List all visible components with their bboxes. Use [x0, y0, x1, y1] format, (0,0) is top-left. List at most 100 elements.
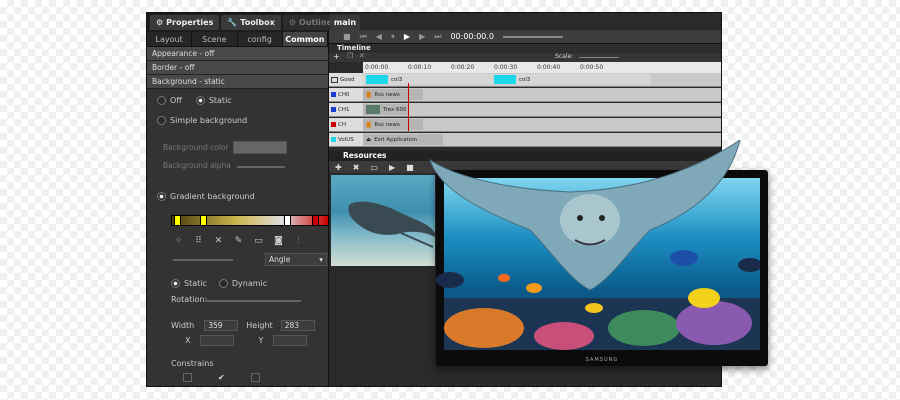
timeline-track[interactable]: CH1 Trex 600 [329, 103, 721, 117]
eyedropper-icon[interactable]: ✎ [233, 235, 244, 246]
playhead[interactable] [408, 83, 409, 131]
fast-forward-icon[interactable]: ⏭ [434, 32, 441, 42]
simple-radio[interactable] [157, 116, 166, 125]
timeline-clip[interactable]: col3 [363, 74, 491, 85]
tab-layout[interactable]: Layout [147, 32, 193, 46]
wrench-icon: 🔧 [227, 18, 238, 27]
alpha-slider[interactable] [237, 166, 285, 168]
timeline-track[interactable]: CH0 ◙ Rss news [329, 88, 721, 102]
track-label: CH0 [338, 91, 350, 98]
timeline-clip[interactable]: col3 [491, 74, 651, 85]
tab-label: Properties [166, 18, 214, 27]
check-icon[interactable]: ✔ [218, 373, 225, 382]
radial-gradient-icon[interactable]: ◙ [273, 235, 284, 246]
levels-icon[interactable]: ⫶ [293, 235, 304, 246]
film-icon[interactable]: ▭ [370, 163, 378, 172]
constrains-row: Constrains [171, 359, 214, 368]
timeline-track[interactable]: Good col3 col3 [329, 73, 721, 87]
tab-scene[interactable]: Scene [192, 32, 238, 46]
gradient-type-value: Angle [269, 255, 291, 264]
linear-gradient-icon[interactable]: ▭ [253, 235, 264, 246]
gradient-radio[interactable] [157, 192, 166, 201]
tv-brand: SAMSUNG [585, 357, 619, 363]
timeline-ruler: 0:00:00 0:00:10 0:00:20 0:00:30 0:00:40 … [363, 62, 721, 73]
gradient-label: Gradient background [170, 192, 255, 201]
play-icon[interactable]: ▶ [404, 32, 410, 41]
add-icon[interactable]: ✚ [335, 163, 342, 172]
exit-icon: ⏏ [366, 136, 372, 143]
timeline-toolbar: + ❐ ✕ Scale: [329, 52, 721, 62]
rotation-slider[interactable] [205, 300, 301, 302]
track-label: CH1 [338, 106, 350, 113]
copy-icon[interactable]: ❐ [347, 52, 353, 60]
tab-config[interactable]: config [238, 32, 283, 46]
close-icon[interactable]: ✖ [353, 163, 360, 172]
y-label: Y [258, 336, 264, 345]
section-background[interactable]: Background - static [147, 75, 328, 89]
static-radio[interactable] [195, 96, 205, 105]
sub-tabs: Layout Scene config Common [147, 32, 328, 47]
timeline-track[interactable]: CH ◙ Rss news [329, 118, 721, 132]
gradient-editor[interactable] [171, 215, 329, 226]
tab-toolbox[interactable]: 🔧 Toolbox [221, 15, 281, 30]
track-name: VolUS [329, 133, 363, 146]
gradient-background-option[interactable]: Gradient background [157, 192, 255, 201]
step-forward-icon[interactable]: ▶ [419, 32, 425, 41]
width-value: 359 [208, 321, 223, 330]
add-icon[interactable]: + [333, 52, 340, 61]
tab-main[interactable]: main [330, 15, 360, 30]
rewind-icon[interactable]: ⏮ [360, 32, 367, 42]
scale-slider[interactable] [579, 57, 619, 58]
timeline-clip[interactable]: ◙ Rss news [363, 89, 423, 100]
static-label: Static [208, 96, 232, 105]
background-color-swatch[interactable] [233, 141, 287, 154]
off-radio[interactable] [157, 96, 166, 105]
dynamic-radio[interactable] [218, 279, 228, 288]
gradient-stop[interactable] [200, 215, 207, 226]
timeline-clip[interactable]: ◙ Rss news [363, 119, 423, 130]
grid-icon[interactable]: ⠿ [193, 235, 204, 246]
width-field[interactable]: 359 [204, 320, 239, 331]
x-field[interactable] [200, 335, 235, 346]
close-icon[interactable]: ✕ [359, 52, 365, 60]
constrain-checkbox[interactable] [183, 373, 192, 382]
section-border[interactable]: Border - off [147, 61, 328, 75]
stop-icon[interactable]: ■ [406, 163, 414, 172]
tab-label: Toolbox [240, 18, 275, 27]
stop-icon[interactable]: ■ [343, 32, 351, 41]
step-back-icon[interactable]: ◀ [376, 32, 382, 41]
seek-slider[interactable] [503, 35, 563, 38]
background-alpha-row: Background alpha [163, 161, 231, 170]
gradient-stop[interactable] [174, 215, 181, 226]
tab-properties[interactable]: ⚙ Properties [150, 15, 220, 30]
gradient-stop[interactable] [284, 215, 291, 226]
tab-label: Outline [298, 18, 332, 27]
ruler-tick: 0:00:20 [451, 64, 475, 71]
track-name: Good [329, 73, 363, 86]
ruler-tick: 0:00:00 [365, 64, 389, 71]
panel-tabs: ⚙ Properties 🔧 Toolbox ⚙ Outline [147, 13, 338, 32]
clip-label: Rss news [374, 121, 400, 128]
off-label: Off [170, 96, 182, 105]
static-anim-radio[interactable] [171, 279, 180, 288]
gradient-stop[interactable] [312, 215, 319, 226]
close-icon[interactable]: ✕ [213, 235, 224, 246]
y-field[interactable] [273, 335, 308, 346]
gradient-type-select[interactable]: Angle ▾ [265, 253, 327, 266]
timeline-clip[interactable]: Trex 600 [363, 104, 408, 115]
gradient-position-slider[interactable] [173, 259, 233, 261]
play-icon[interactable]: ▶ [389, 163, 395, 172]
constrains-label: Constrains [171, 359, 214, 368]
clip-color [366, 75, 388, 84]
dynamic-label: Dynamic [231, 279, 268, 288]
height-field[interactable]: 283 [280, 320, 315, 331]
constrain-checkbox[interactable] [250, 373, 260, 382]
simple-background-option[interactable]: Simple background [157, 116, 247, 125]
ruler-tick: 0:00:10 [408, 64, 432, 71]
pause-icon[interactable]: ⏸ [391, 32, 395, 42]
tab-common[interactable]: Common [282, 32, 328, 46]
timeline-title: Timeline [337, 44, 371, 52]
section-appearance[interactable]: Appearance - off [147, 47, 328, 61]
points-icon[interactable]: ⁘ [173, 235, 184, 246]
clip-thumbnail [366, 105, 380, 114]
